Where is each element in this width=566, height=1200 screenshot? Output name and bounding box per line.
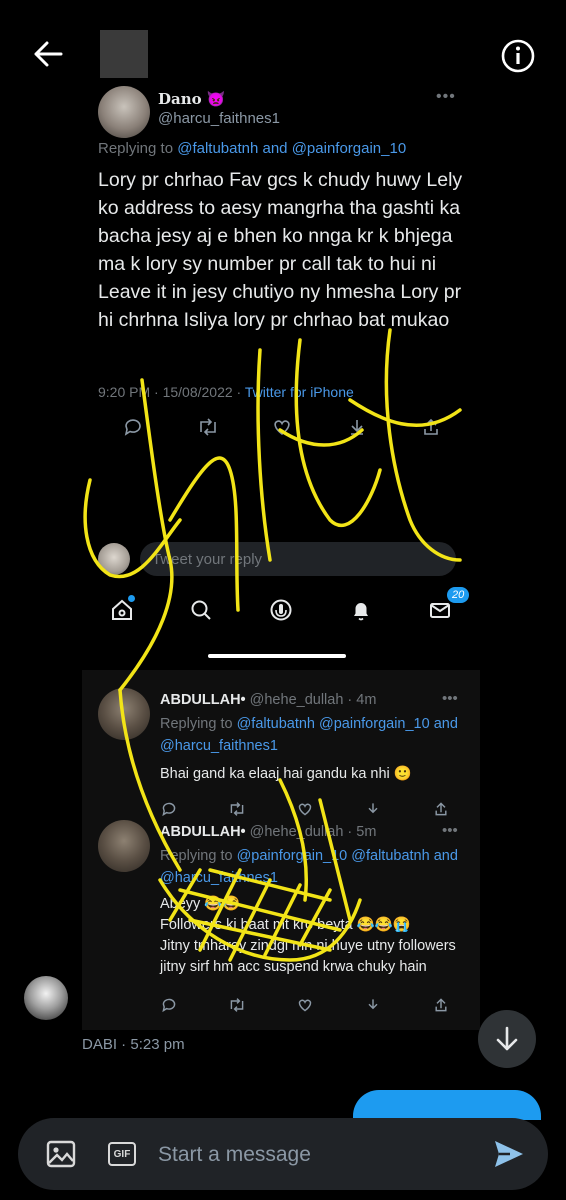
gif-button[interactable]: GIF [108,1142,136,1166]
tweet-screenshot-top: Dano 👿 @harcu_faithnes1 ••• Replying to … [82,78,480,718]
reply-handle-time: @hehe_dullah · 5m [245,824,377,840]
info-icon [501,39,535,73]
bell-icon [348,597,374,623]
reply-replying-to: Replying to @painforgain_10 @faltubatnh … [160,845,460,889]
share-icon [432,800,450,818]
sender-avatar[interactable] [24,976,68,1020]
reply-text: Bhai gand ka elaaj hai gandu ka nhi 🙂 [160,766,412,782]
tweet-actions [122,416,442,438]
reply-author-name: ABDULLAH• [160,692,246,708]
outgoing-message-bubble[interactable] [353,1090,541,1120]
tab-bar: 20 [82,587,480,632]
reply-actions [160,996,450,1014]
arrow-down-icon [496,1026,518,1051]
tweet-reply-input: Tweet your reply [140,542,456,576]
reply-text: Abeyy 😂😂 Followers ki baat mt kro beyta … [160,896,456,975]
reply-handle-time: @hehe_dullah · 4m [245,692,377,708]
info-button[interactable] [500,38,536,74]
replying-users: @faltubatnh and @painforgain_10 [177,140,407,157]
like-icon [271,416,293,438]
retweet-icon [197,416,219,438]
send-icon [495,1141,523,1167]
like-icon [296,996,314,1014]
mail-badge: 20 [447,587,470,603]
back-button[interactable] [28,36,68,72]
reply-avatar [98,688,150,740]
search-icon [188,597,214,623]
message-composer: GIF [18,1118,548,1190]
comment-icon [160,996,178,1014]
mail-icon: 20 [427,587,470,623]
message-meta: DABI · 5:23 pm [82,1036,185,1053]
replying-prefix: Replying to [160,716,237,732]
download-icon [364,996,382,1014]
tweet-replying-to: Replying to @faltubatnh and @painforgain… [98,140,406,157]
comment-icon [160,800,178,818]
home-icon [109,595,135,623]
reply-actions [160,800,450,818]
reply-header: ABDULLAH• @hehe_dullah · 4m [160,692,376,708]
tweet-body: Lory pr chrhao Fav gcs k chudy huwy Lely… [98,169,463,331]
reply-avatar [98,820,150,872]
send-button[interactable] [492,1138,528,1170]
tweet-author-name: Dano 👿 [158,90,226,108]
tweet-screenshot-bottom: ABDULLAH• @hehe_dullah · 4m ••• Replying… [82,670,480,1030]
shared-image[interactable]: Dano 👿 @harcu_faithnes1 ••• Replying to … [82,78,480,1030]
tweet-author-avatar [98,86,150,138]
message-input[interactable] [158,1138,478,1172]
comment-icon [122,416,144,438]
retweet-icon [228,996,246,1014]
retweet-icon [228,800,246,818]
spaces-icon [268,597,294,623]
reply-menu-icon: ••• [442,690,458,707]
viewer-avatar [98,543,130,575]
reply-author-name: ABDULLAH• [160,824,246,840]
reply-bar: Tweet your reply [98,542,456,576]
home-unread-dot [127,595,135,602]
image-button[interactable] [46,1140,76,1168]
download-icon [346,416,368,438]
image-icon [46,1140,76,1168]
tweet-meta: 9:20 PM · 15/08/2022 · Twitter for iPhon… [98,384,354,400]
share-icon [420,416,442,438]
reply-header: ABDULLAH• @hehe_dullah · 5m [160,824,376,840]
tweet-client: Twitter for iPhone [244,384,354,400]
share-icon [432,996,450,1014]
tweet-time: 9:20 PM · 15/08/2022 · [98,384,245,400]
home-indicator [208,654,346,658]
sender-name: DABI [82,1036,118,1053]
download-icon [364,800,382,818]
scroll-to-bottom-button[interactable] [478,1010,536,1068]
tweet-menu-icon: ••• [436,88,456,105]
replying-prefix: Replying to [160,848,237,864]
replying-prefix: Replying to [98,140,178,157]
like-icon [296,800,314,818]
reply-replying-to: Replying to @faltubatnh @painforgain_10 … [160,713,460,757]
reply-menu-icon: ••• [442,822,458,839]
tweet-author-handle: @harcu_faithnes1 [158,110,280,127]
message-time: 5:23 pm [130,1036,185,1053]
arrow-left-icon [34,41,63,67]
conversation-avatar[interactable] [100,30,148,78]
